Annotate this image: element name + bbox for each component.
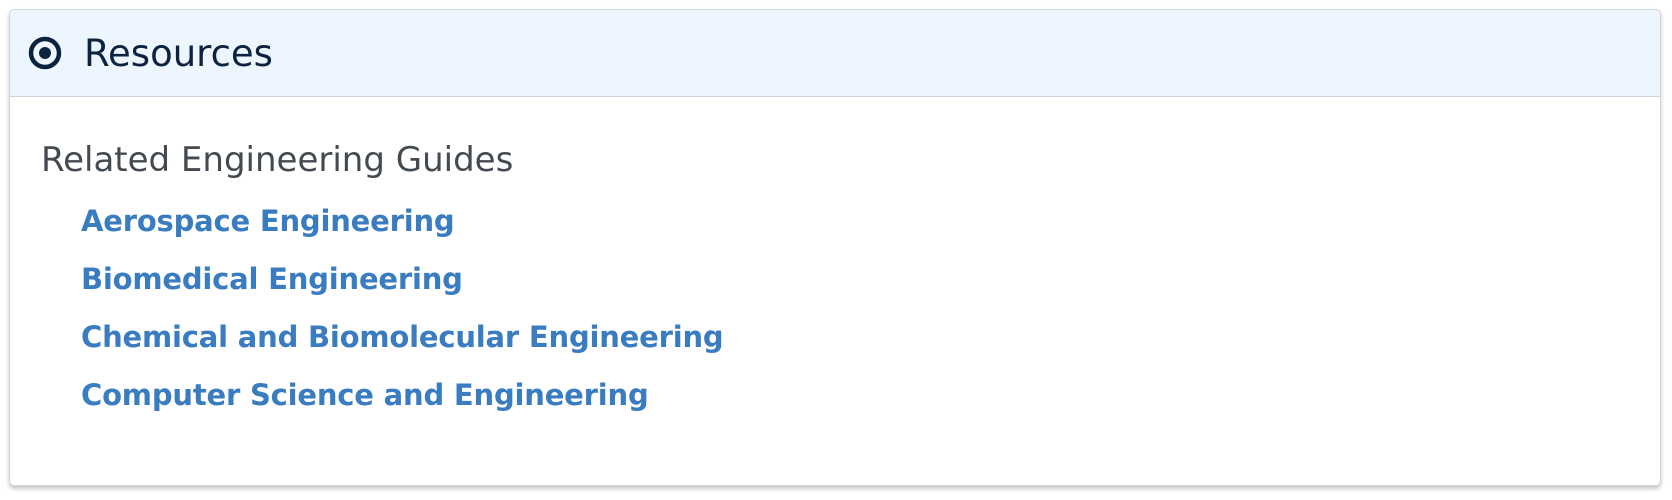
list-item: Aerospace Engineering <box>81 207 1660 265</box>
list-item: Biomedical Engineering <box>81 265 1660 323</box>
list-item: Computer Science and Engineering <box>81 381 1660 439</box>
panel-body: Related Engineering Guides Aerospace Eng… <box>10 97 1660 439</box>
target-circle-icon <box>27 35 63 71</box>
link-biomedical-engineering[interactable]: Biomedical Engineering <box>81 262 463 296</box>
panel-title: Resources <box>84 31 273 75</box>
resources-panel: Resources Related Engineering Guides Aer… <box>9 9 1661 486</box>
section-heading: Related Engineering Guides <box>41 140 514 180</box>
list-item: Chemical and Biomolecular Engineering <box>81 323 1660 381</box>
panel-header: Resources <box>10 10 1660 97</box>
link-aerospace-engineering[interactable]: Aerospace Engineering <box>81 204 455 238</box>
link-computer-science-engineering[interactable]: Computer Science and Engineering <box>81 378 649 412</box>
link-chemical-biomolecular-engineering[interactable]: Chemical and Biomolecular Engineering <box>81 320 724 354</box>
guide-link-list: Aerospace Engineering Biomedical Enginee… <box>41 207 1660 439</box>
